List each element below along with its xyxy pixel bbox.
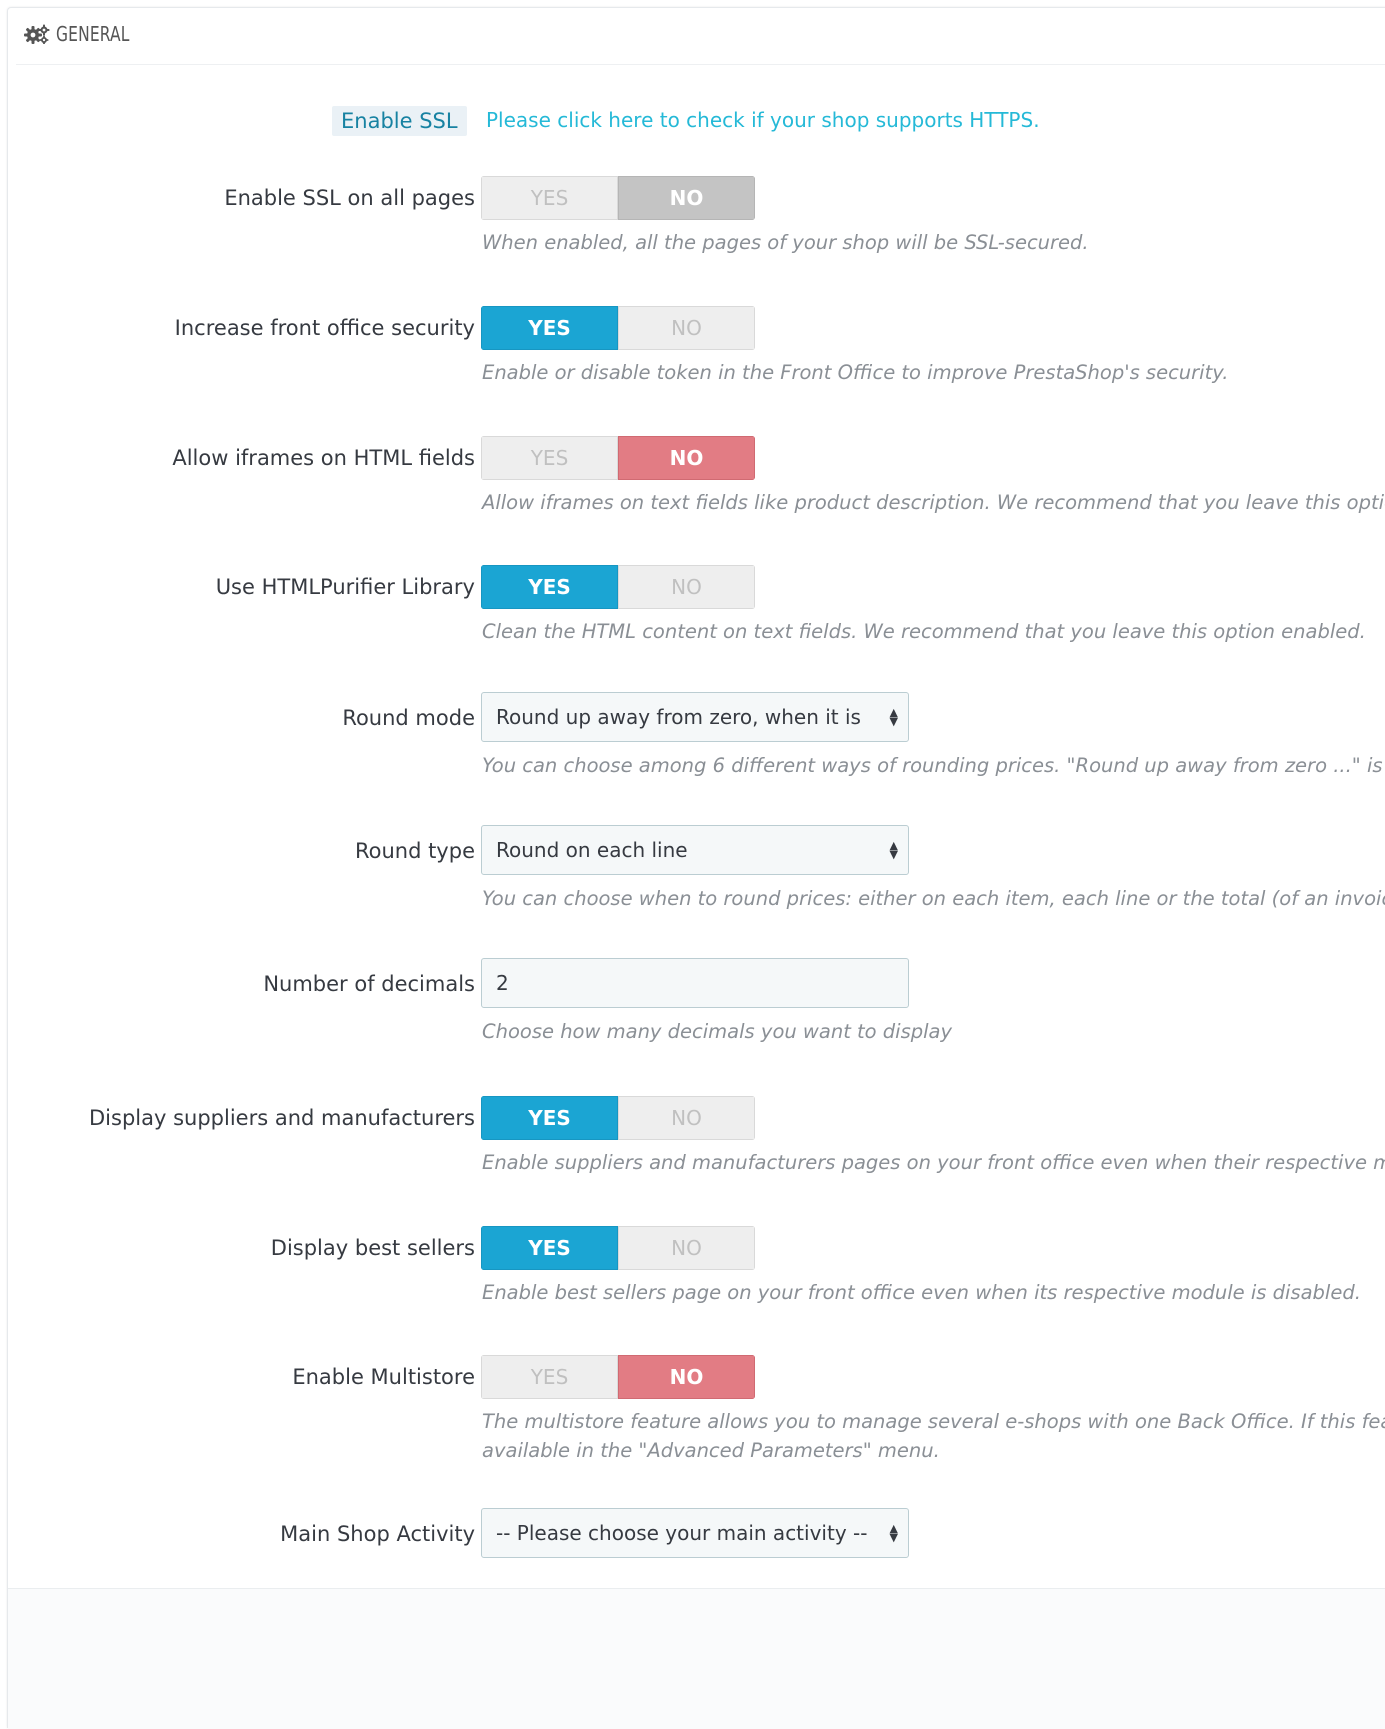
switch-no[interactable]: NO bbox=[618, 1226, 755, 1270]
round-type-select[interactable]: Round on each line ▲ ▼ bbox=[481, 825, 909, 875]
ssl-all-pages-switch[interactable]: YES NO bbox=[481, 176, 755, 220]
front-security-switch[interactable]: YES NO bbox=[481, 306, 755, 350]
cogs-icon bbox=[24, 24, 50, 44]
switch-no[interactable]: NO bbox=[618, 436, 755, 480]
help-text: When enabled, all the pages of your shop… bbox=[482, 231, 1089, 254]
htmlpurifier-switch[interactable]: YES NO bbox=[481, 565, 755, 609]
select-value: Round up away from zero, when it is half… bbox=[496, 705, 868, 729]
help-text: Allow iframes on text fields like produc… bbox=[482, 491, 1385, 514]
switch-no[interactable]: NO bbox=[618, 1096, 755, 1140]
field-label: Number of decimals bbox=[263, 972, 475, 996]
help-text: Enable or disable token in the Front Off… bbox=[482, 361, 1229, 384]
switch-no[interactable]: NO bbox=[618, 565, 755, 609]
check-https-link[interactable]: Please click here to check if your shop … bbox=[486, 108, 1040, 132]
switch-yes[interactable]: YES bbox=[481, 1096, 618, 1140]
help-text: Choose how many decimals you want to dis… bbox=[482, 1020, 953, 1043]
field-label: Enable SSL on all pages bbox=[224, 186, 475, 210]
field-label: Allow iframes on HTML fields bbox=[172, 446, 475, 470]
panel-footer bbox=[8, 1588, 1385, 1729]
suppliers-switch[interactable]: YES NO bbox=[481, 1096, 755, 1140]
decimals-input[interactable]: 2 bbox=[481, 958, 909, 1008]
help-text: Clean the HTML content on text fields. W… bbox=[482, 620, 1366, 643]
switch-yes[interactable]: YES bbox=[481, 1226, 618, 1270]
switch-yes[interactable]: YES bbox=[481, 565, 618, 609]
switch-no[interactable]: NO bbox=[618, 176, 755, 220]
iframes-switch[interactable]: YES NO bbox=[481, 436, 755, 480]
round-mode-select[interactable]: Round up away from zero, when it is half… bbox=[481, 692, 909, 742]
help-text: available in the "Advanced Parameters" m… bbox=[482, 1439, 940, 1462]
select-arrows-icon: ▲ ▼ bbox=[889, 1522, 898, 1544]
field-label: Display best sellers bbox=[270, 1236, 475, 1260]
switch-yes[interactable]: YES bbox=[481, 436, 618, 480]
help-text: The multistore feature allows you to man… bbox=[482, 1410, 1385, 1433]
field-label: Display suppliers and manufacturers bbox=[89, 1106, 475, 1130]
help-text: You can choose when to round prices: eit… bbox=[482, 887, 1385, 910]
multistore-switch[interactable]: YES NO bbox=[481, 1355, 755, 1399]
field-label: Increase front office security bbox=[174, 316, 475, 340]
enable-ssl-label: Enable SSL bbox=[332, 106, 467, 136]
field-label: Round type bbox=[354, 839, 475, 863]
help-text: You can choose among 6 different ways of… bbox=[482, 754, 1385, 777]
switch-yes[interactable]: YES bbox=[481, 176, 618, 220]
switch-yes[interactable]: YES bbox=[481, 1355, 618, 1399]
field-label: Round mode bbox=[342, 706, 475, 730]
panel-title: GENERAL bbox=[56, 22, 130, 46]
field-label: Enable Multistore bbox=[292, 1365, 475, 1389]
select-value: -- Please choose your main activity -- bbox=[496, 1521, 868, 1545]
panel-heading: GENERAL bbox=[16, 4, 1385, 65]
help-text: Enable suppliers and manufacturers pages… bbox=[482, 1151, 1385, 1174]
main-activity-select[interactable]: -- Please choose your main activity -- ▲… bbox=[481, 1508, 909, 1558]
help-text: Enable best sellers page on your front o… bbox=[482, 1281, 1361, 1304]
select-arrows-icon: ▲ ▼ bbox=[889, 839, 898, 861]
field-label: Main Shop Activity bbox=[280, 1522, 475, 1546]
field-label: Use HTMLPurifier Library bbox=[215, 575, 475, 599]
select-arrows-icon: ▲ ▼ bbox=[889, 706, 898, 728]
switch-no[interactable]: NO bbox=[618, 1355, 755, 1399]
switch-no[interactable]: NO bbox=[618, 306, 755, 350]
select-value: Round on each line bbox=[496, 838, 688, 862]
switch-yes[interactable]: YES bbox=[481, 306, 618, 350]
best-sellers-switch[interactable]: YES NO bbox=[481, 1226, 755, 1270]
